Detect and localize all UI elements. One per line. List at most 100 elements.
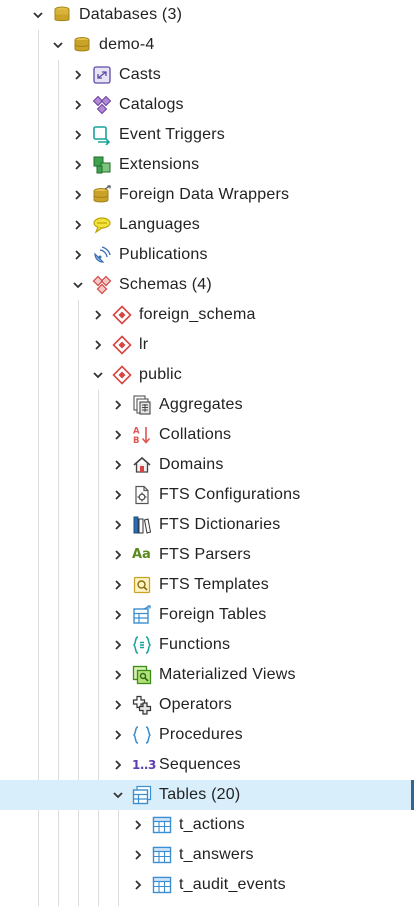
svg-text:A: A (133, 427, 140, 437)
database-icon (74, 37, 90, 52)
chevron-right-icon[interactable] (130, 877, 146, 893)
chevron-right-icon[interactable] (110, 487, 126, 503)
tree-node-materialized-views[interactable]: Materialized Views (0, 660, 414, 690)
operators-icon (132, 695, 152, 715)
tree-node-collations[interactable]: A B Collations (0, 420, 414, 450)
chevron-right-icon[interactable] (70, 157, 86, 173)
tree-node-fts-configurations[interactable]: FTS Configurations (0, 480, 414, 510)
tree-node-label: FTS Parsers (159, 546, 251, 563)
tree-node-schema-lr[interactable]: lr (0, 330, 414, 360)
tree-node-label: Foreign Tables (159, 606, 267, 623)
chevron-right-icon[interactable] (110, 547, 126, 563)
chevron-right-icon[interactable] (110, 517, 126, 533)
tree-node-schemas[interactable]: Schemas (4) (0, 270, 414, 300)
tree-node-schema-public[interactable]: public (0, 360, 414, 390)
tree-node-label: Procedures (159, 726, 243, 743)
chevron-down-icon[interactable] (110, 787, 126, 803)
chevron-down-icon[interactable] (50, 37, 66, 53)
chevron-down-icon[interactable] (30, 7, 46, 23)
svg-text:B: B (133, 436, 139, 445)
tree-node-foreign-data-wrappers[interactable]: Foreign Data Wrappers (0, 180, 414, 210)
schema-icon (112, 365, 132, 385)
tree-node-label: foreign_schema (139, 306, 256, 323)
chevron-right-icon[interactable] (130, 817, 146, 833)
schema-icon (112, 335, 132, 355)
tree-node-table-t-audit-events[interactable]: t_audit_events (0, 870, 414, 900)
tree-node-fts-dictionaries[interactable]: FTS Dictionaries (0, 510, 414, 540)
tree-node-extensions[interactable]: Extensions (0, 150, 414, 180)
schema-icon (112, 305, 132, 325)
tree-node-sequences[interactable]: 1..3 Sequences (0, 750, 414, 780)
tree-node-label: Operators (159, 696, 232, 713)
aggregates-icon (133, 395, 151, 415)
tree-node-domains[interactable]: Domains (0, 450, 414, 480)
tree-node-label: Collations (159, 426, 232, 443)
tree-node-tables[interactable]: Tables (20) (0, 780, 414, 810)
tree-node-casts[interactable]: Casts (0, 60, 414, 90)
tree-node-label: Event Triggers (119, 126, 225, 143)
tree-node-label: Casts (119, 66, 161, 83)
chevron-right-icon[interactable] (110, 427, 126, 443)
tree-node-label: t_answers (179, 846, 254, 863)
event-trigger-icon (93, 126, 111, 145)
tree-node-label: t_audit_events (179, 876, 286, 893)
materialized-view-icon (132, 665, 152, 685)
chevron-right-icon[interactable] (130, 847, 146, 863)
chevron-right-icon[interactable] (110, 667, 126, 683)
chevron-right-icon[interactable] (110, 757, 126, 773)
database-stack-icon (54, 6, 70, 22)
tree-node-operators[interactable]: Operators (0, 690, 414, 720)
chevron-right-icon[interactable] (70, 97, 86, 113)
tree-node-publications[interactable]: Publications (0, 240, 414, 270)
chevron-down-icon[interactable] (70, 277, 86, 293)
chevron-right-icon[interactable] (90, 307, 106, 323)
tree-node-databases[interactable]: Databases (3) (0, 0, 414, 30)
chevron-right-icon[interactable] (110, 607, 126, 623)
tree-node-catalogs[interactable]: Catalogs (0, 90, 414, 120)
tree-node-procedures[interactable]: Procedures (0, 720, 414, 750)
tree-node-event-triggers[interactable]: Event Triggers (0, 120, 414, 150)
tree-node-label: Materialized Views (159, 666, 296, 683)
publications-icon (94, 246, 111, 263)
domains-icon (133, 456, 151, 473)
tree-node-label: lr (139, 336, 149, 353)
tree-node-label: Foreign Data Wrappers (119, 186, 290, 203)
tree-node-label: Catalogs (119, 96, 184, 113)
fts-parser-icon: Aa (132, 547, 151, 562)
chevron-right-icon[interactable] (70, 247, 86, 263)
chevron-right-icon[interactable] (110, 637, 126, 653)
tree-node-aggregates[interactable]: Aggregates (0, 390, 414, 420)
chevron-right-icon[interactable] (110, 577, 126, 593)
chevron-right-icon[interactable] (110, 397, 126, 413)
chevron-right-icon[interactable] (110, 697, 126, 713)
tree-node-demo-4[interactable]: demo-4 (0, 30, 414, 60)
chevron-down-icon[interactable] (90, 367, 106, 383)
chevron-right-icon[interactable] (70, 217, 86, 233)
fts-template-icon (133, 576, 151, 594)
tree-node-label: Domains (159, 456, 224, 473)
chevron-right-icon[interactable] (90, 337, 106, 353)
tree-node-fts-parsers[interactable]: Aa FTS Parsers (0, 540, 414, 570)
table-icon (152, 876, 172, 894)
chevron-right-icon[interactable] (70, 67, 86, 83)
tree-node-foreign-tables[interactable]: Foreign Tables (0, 600, 414, 630)
tree-node-table-t-actions[interactable]: t_actions (0, 810, 414, 840)
tree-node-fts-templates[interactable]: FTS Templates (0, 570, 414, 600)
chevron-right-icon[interactable] (70, 127, 86, 143)
chevron-right-icon[interactable] (110, 457, 126, 473)
tree-node-functions[interactable]: Functions (0, 630, 414, 660)
casts-icon (93, 66, 111, 84)
tree-node-schema-foreign-schema[interactable]: foreign_schema (0, 300, 414, 330)
schemas-icon (92, 275, 112, 295)
functions-icon (132, 636, 152, 654)
chevron-right-icon[interactable] (110, 727, 126, 743)
foreign-table-icon (133, 605, 151, 624)
tree-node-label: FTS Configurations (159, 486, 301, 503)
chevron-right-icon[interactable] (70, 187, 86, 203)
tree-node-label: public (139, 366, 183, 383)
tree-node-languages[interactable]: Languages (0, 210, 414, 240)
tables-icon (132, 785, 152, 805)
tree-node-table-t-answers[interactable]: t_answers (0, 840, 414, 870)
extensions-icon (93, 156, 111, 174)
sequence-icon: 1..3 (132, 758, 156, 772)
